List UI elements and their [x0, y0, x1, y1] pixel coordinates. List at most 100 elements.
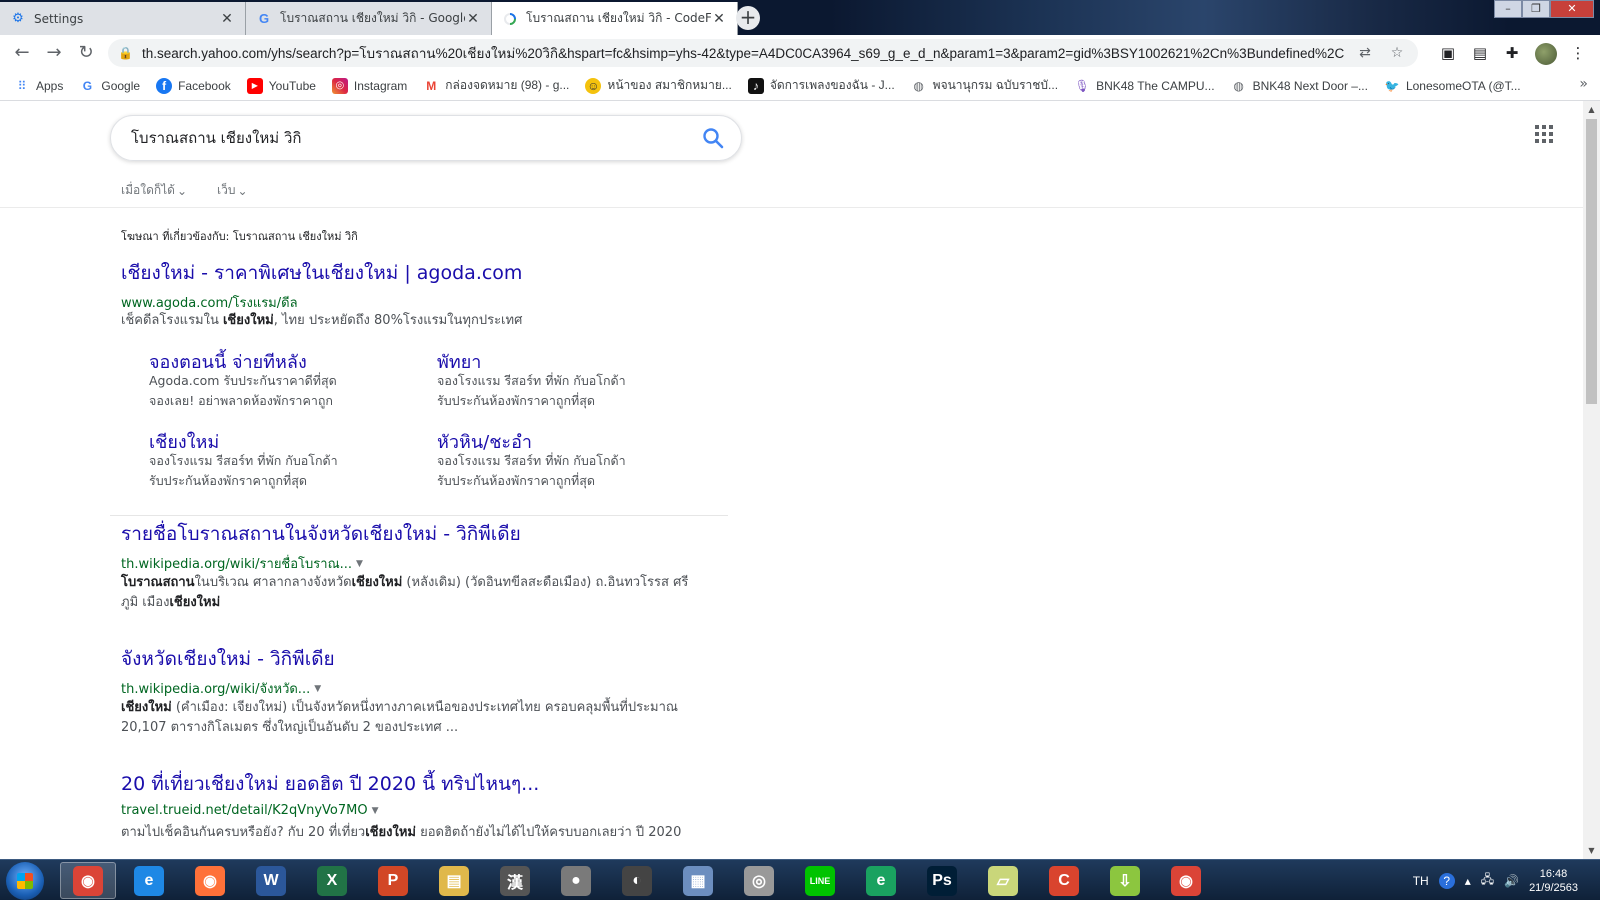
result-url[interactable]: th.wikipedia.org/wiki/รายชื่อโบราณ... ▼ — [121, 553, 363, 574]
taskbar-ccleaner-button[interactable]: C — [1036, 862, 1092, 899]
search-box[interactable]: โบราณสถาน เชียงใหม่ วิกิ — [110, 115, 742, 161]
tab-strip: ⚙ Settings ✕ G โบราณสถาน เชียงใหม่ วิกิ … — [0, 0, 1600, 35]
chevron-down-icon[interactable]: ▼ — [356, 559, 363, 569]
taskbar-file-explorer-button[interactable]: ▤ — [426, 862, 482, 899]
filter-time[interactable]: เมื่อใดก็ได้ ⌄ — [121, 181, 187, 200]
back-icon[interactable]: ← — [10, 41, 34, 65]
bookmark-member-page[interactable]: ☺ หน้าของ สมาชิกหมาย... — [585, 76, 732, 95]
tab-active-search[interactable]: โบราณสถาน เชียงใหม่ วิกิ - CodeFue ✕ — [492, 2, 738, 35]
menu-kebab-icon[interactable]: ⋮ — [1568, 43, 1588, 63]
ad-title-link[interactable]: เชียงใหม่ - ราคาพิเศษในเชียงใหม่ | agoda… — [121, 258, 522, 288]
help-icon[interactable]: ? — [1438, 872, 1455, 889]
taskbar-dictionary-button[interactable]: 漢 — [487, 862, 543, 899]
tray-chevron-icon[interactable]: ▴ — [1465, 874, 1471, 888]
filter-type[interactable]: เว็บ ⌄ — [217, 181, 248, 200]
tab-label: โบราณสถาน เชียงใหม่ วิกิ - CodeFue — [526, 11, 711, 25]
apps-launcher-icon[interactable] — [1535, 125, 1553, 143]
taskbar-line-button[interactable]: LINE — [792, 862, 848, 899]
search-input[interactable]: โบราณสถาน เชียงใหม่ วิกิ — [131, 126, 701, 150]
more-bookmarks-icon[interactable]: » — [1579, 76, 1588, 92]
taskbar-photoshop-button[interactable]: Ps — [914, 862, 970, 899]
bookmark-twitter[interactable]: 🐦 LonesomeOTA (@T... — [1384, 78, 1520, 94]
reload-icon[interactable]: ↻ — [74, 41, 98, 65]
bookmark-google[interactable]: G Google — [79, 78, 140, 94]
taskbar-word-button[interactable]: W — [243, 862, 299, 899]
taskbar-internet-explorer-button[interactable]: e — [121, 862, 177, 899]
taskbar-cd-burner-button[interactable]: ◐ — [609, 862, 665, 899]
close-icon[interactable]: ✕ — [219, 11, 235, 27]
scroll-down-icon[interactable]: ▼ — [1583, 842, 1600, 859]
camera-icon: ◎ — [744, 865, 774, 896]
firefox-icon: ◉ — [195, 865, 225, 896]
maximize-button[interactable]: ❐ — [1522, 0, 1550, 18]
volume-icon[interactable]: 🔊 — [1504, 874, 1519, 888]
podcast-icon: 🎙 — [1074, 78, 1090, 93]
taskbar-notes-button[interactable]: ▱ — [975, 862, 1031, 899]
bookmark-dictionary[interactable]: ◍ พจนานุกรม ฉบับราชบั... — [911, 76, 1058, 95]
extension-icon[interactable]: ▣ — [1438, 43, 1458, 63]
screencast-icon[interactable]: ▤ — [1470, 43, 1490, 63]
result-title-link[interactable]: 20 ที่เที่ยวเชียงใหม่ ยอดฮิต ปี 2020 นี้… — [121, 769, 539, 799]
scrollbar-thumb[interactable] — [1586, 119, 1597, 404]
scroll-up-icon[interactable]: ▲ — [1583, 101, 1600, 118]
google-icon: G — [258, 11, 270, 26]
chevron-down-icon[interactable]: ▼ — [372, 806, 379, 816]
bandicam-icon: ● — [561, 865, 591, 896]
bookmark-star-icon[interactable]: ☆ — [1386, 45, 1408, 61]
taskbar-camera-button[interactable]: ◎ — [731, 862, 787, 899]
taskbar-excel-button[interactable]: X — [304, 862, 360, 899]
taskbar-powerpoint-button[interactable]: P — [365, 862, 421, 899]
ad-label: โฆษณา ที่เกี่ยวข้องกับ: โบราณสถาน เชียงใ… — [121, 230, 358, 243]
close-icon[interactable]: ✕ — [711, 11, 727, 27]
music-icon: ♪ — [747, 77, 764, 94]
address-bar[interactable]: 🔒 th.search.yahoo.com/yhs/search?p=โบราณ… — [108, 39, 1418, 67]
line-icon: LINE — [805, 865, 835, 896]
file-explorer-icon: ▤ — [439, 865, 469, 896]
bookmark-bnk48-campus[interactable]: 🎙 BNK48 The CAMPU... — [1074, 78, 1214, 94]
taskbar-download-manager-button[interactable]: ⇩ — [1097, 862, 1153, 899]
sitelink-desc: จองโรงแรม รีสอร์ท ที่พัก กับอโกด้า รับประ… — [437, 373, 626, 408]
language-indicator[interactable]: TH — [1413, 874, 1429, 888]
result-url[interactable]: th.wikipedia.org/wiki/จังหวัด... ▼ — [121, 678, 321, 699]
result-snippet: เชียงใหม่ (คำเมือง: เจียงใหม่) เป็นจังหว… — [121, 700, 678, 735]
taskbar-chrome-button[interactable]: ◉ — [60, 862, 116, 899]
close-icon[interactable]: ✕ — [465, 11, 481, 27]
forward-icon[interactable]: → — [42, 41, 66, 65]
bookmark-gmail[interactable]: M กล่องจดหมาย (98) - g... — [423, 76, 569, 95]
profile-avatar[interactable] — [1535, 43, 1557, 65]
chevron-down-icon[interactable]: ▼ — [314, 684, 321, 694]
bookmark-instagram[interactable]: ◎ Instagram — [331, 77, 407, 94]
taskbar-calculator-button[interactable]: ▦ — [670, 862, 726, 899]
chevron-down-icon: ⌄ — [176, 183, 188, 198]
tab-google-search[interactable]: G โบราณสถาน เชียงใหม่ วิกิ - Google ✕ — [246, 2, 492, 35]
bookmark-music[interactable]: ♪ จัดการเพลงของฉัน - J... — [747, 76, 895, 95]
extensions-puzzle-icon[interactable]: ✚ — [1502, 43, 1522, 63]
minimize-button[interactable]: – — [1494, 0, 1522, 18]
ad-url[interactable]: www.agoda.com/โรงแรม/ดีล — [121, 292, 298, 313]
bookmark-apps[interactable]: ⠿ Apps — [14, 78, 64, 94]
bookmark-facebook[interactable]: f Facebook — [156, 77, 231, 94]
chrome-2-icon: ◉ — [1171, 865, 1201, 896]
search-filters: เมื่อใดก็ได้ ⌄ เว็บ ⌄ — [121, 181, 248, 200]
taskbar-edge-like-button[interactable]: e — [853, 862, 909, 899]
result-url[interactable]: travel.trueid.net/detail/K2qVnyVo7MO ▼ — [121, 803, 379, 818]
taskbar-chrome-2-button[interactable]: ◉ — [1158, 862, 1214, 899]
result-title-link[interactable]: จังหวัดเชียงใหม่ - วิกิพีเดีย — [121, 644, 335, 674]
clock[interactable]: 16:48 21/9/2563 — [1529, 867, 1578, 895]
page-scrollbar[interactable]: ▲ ▼ — [1583, 101, 1600, 859]
translate-icon[interactable]: ⇄ — [1354, 45, 1376, 61]
new-tab-button[interactable]: + — [736, 6, 760, 30]
window-close-button[interactable]: ✕ — [1550, 0, 1594, 18]
search-icon[interactable] — [701, 126, 725, 150]
start-button[interactable] — [6, 862, 44, 900]
tab-settings[interactable]: ⚙ Settings ✕ — [0, 2, 246, 35]
taskbar-firefox-button[interactable]: ◉ — [182, 862, 238, 899]
bookmark-youtube[interactable]: ▶ YouTube — [246, 77, 316, 94]
tab-label: โบราณสถาน เชียงใหม่ วิกิ - Google — [280, 11, 465, 25]
result-title-link[interactable]: รายชื่อโบราณสถานในจังหวัดเชียงใหม่ - วิก… — [121, 519, 521, 549]
taskbar-bandicam-button[interactable]: ● — [548, 862, 604, 899]
bookmark-bnk48-nextdoor[interactable]: ◍ BNK48 Next Door –... — [1231, 78, 1368, 94]
excel-icon: X — [317, 865, 347, 896]
chevron-down-icon: ⌄ — [237, 183, 248, 198]
network-icon[interactable]: 🖧 — [1481, 870, 1494, 891]
